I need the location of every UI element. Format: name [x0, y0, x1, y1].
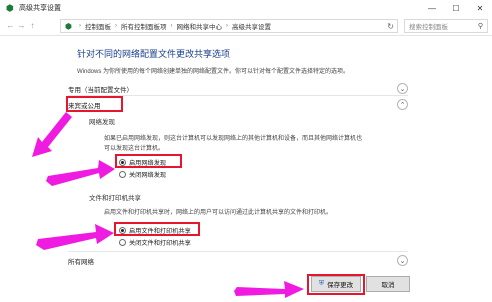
cancel-label: 取消	[381, 282, 395, 289]
radio-label: 关闭网络发现	[129, 171, 167, 179]
chevron-right-icon: ›	[78, 23, 81, 29]
window-controls: — ☐ ✕	[420, 0, 492, 16]
maximize-icon[interactable]: ☐	[444, 0, 468, 16]
radio-label: 关闭文件和打印机共享	[129, 239, 191, 247]
breadcrumb-item[interactable]: 高级共享设置	[232, 21, 271, 31]
nav-buttons: ← → ↑	[5, 21, 38, 30]
page-title: 针对不同的网络配置文件更改共享选项	[77, 49, 231, 59]
highlight-save-box	[307, 274, 365, 295]
control-panel-icon: ⬢	[6, 2, 14, 13]
chevron-up-icon[interactable]: ⌃	[397, 99, 408, 110]
title-bar: ⬢ 高级共享设置 — ☐ ✕	[0, 0, 492, 16]
highlight-discovery-box	[115, 154, 182, 168]
up-arrow-icon[interactable]: ↑	[27, 21, 38, 30]
search-placeholder: 搜索控制面板	[409, 24, 448, 31]
search-icon[interactable]: ⚲	[478, 22, 483, 30]
address-bar: ← → ↑ ⬢ › 控制面板 › 所有控制面板项 › 网络和共享中心 › 高级共…	[0, 16, 492, 36]
forward-arrow-icon[interactable]: →	[16, 21, 27, 30]
footer: ⛨ 保存更改 取消	[0, 274, 492, 302]
profile-all-label: 所有网络	[68, 259, 94, 266]
radio-file-sharing-off[interactable]: 关闭文件和打印机共享	[119, 237, 191, 247]
refresh-icon[interactable]: ↻	[387, 22, 394, 31]
network-discovery-title: 网络发现	[89, 119, 115, 126]
chevron-right-icon: ›	[114, 23, 117, 29]
profile-all[interactable]: 所有网络 ⌄	[68, 254, 408, 268]
profile-private[interactable]: 专用（当前配置文件） ⌄	[68, 82, 408, 96]
radio-unchecked-icon[interactable]	[119, 170, 126, 178]
window-title: 高级共享设置	[19, 5, 61, 12]
profile-private-label: 专用（当前配置文件）	[68, 87, 133, 94]
breadcrumb-item[interactable]: 网络和共享中心	[176, 21, 222, 31]
chevron-down-icon[interactable]: ⌄	[397, 255, 408, 266]
file-printer-title: 文件和打印机共享	[89, 195, 141, 202]
divider	[68, 251, 408, 252]
radio-unchecked-icon[interactable]	[119, 238, 126, 246]
main-content: 针对不同的网络配置文件更改共享选项 Windows 为你所使用的每个网络创建单独…	[0, 37, 492, 302]
minimize-icon[interactable]: —	[420, 0, 444, 16]
breadcrumb[interactable]: ⬢ › 控制面板 › 所有控制面板项 › 网络和共享中心 › 高级共享设置 ↻	[60, 19, 398, 33]
cancel-button[interactable]: 取消	[366, 276, 410, 292]
search-input[interactable]: 搜索控制面板 ⚲	[404, 19, 488, 33]
close-icon[interactable]: ✕	[468, 0, 492, 16]
page-description: Windows 为你所使用的每个网络创建单独的网络配置文件。你可以针对每个配置文…	[77, 69, 350, 75]
chevron-right-icon: ›	[170, 23, 173, 29]
chevron-down-icon[interactable]: ⌄	[397, 83, 408, 94]
network-discovery-text-2: 可以发现这台计算机。	[104, 145, 165, 152]
control-panel-icon: ⬢	[65, 21, 72, 31]
highlight-file-sharing-box	[114, 222, 200, 236]
radio-network-discovery-off[interactable]: 关闭网络发现	[119, 169, 166, 179]
highlight-guest-box	[66, 96, 123, 112]
network-discovery-text-1: 如果已启用网络发现，则这台计算机可以发现网络上的其他计算机和设备，而且其他网络计…	[104, 136, 363, 142]
back-arrow-icon[interactable]: ←	[5, 21, 16, 30]
breadcrumb-item[interactable]: 所有控制面板项	[121, 21, 167, 31]
network-discovery-desc: 如果已启用网络发现，则这台计算机可以发现网络上的其他计算机和设备，而且其他网络计…	[104, 135, 362, 154]
breadcrumb-item[interactable]: 控制面板	[85, 21, 111, 31]
chevron-right-icon: ›	[225, 23, 228, 29]
file-printer-desc: 启用文件和打印机共享时，网络上的用户可以访问通过此计算机共享的文件和打印机。	[104, 210, 333, 216]
